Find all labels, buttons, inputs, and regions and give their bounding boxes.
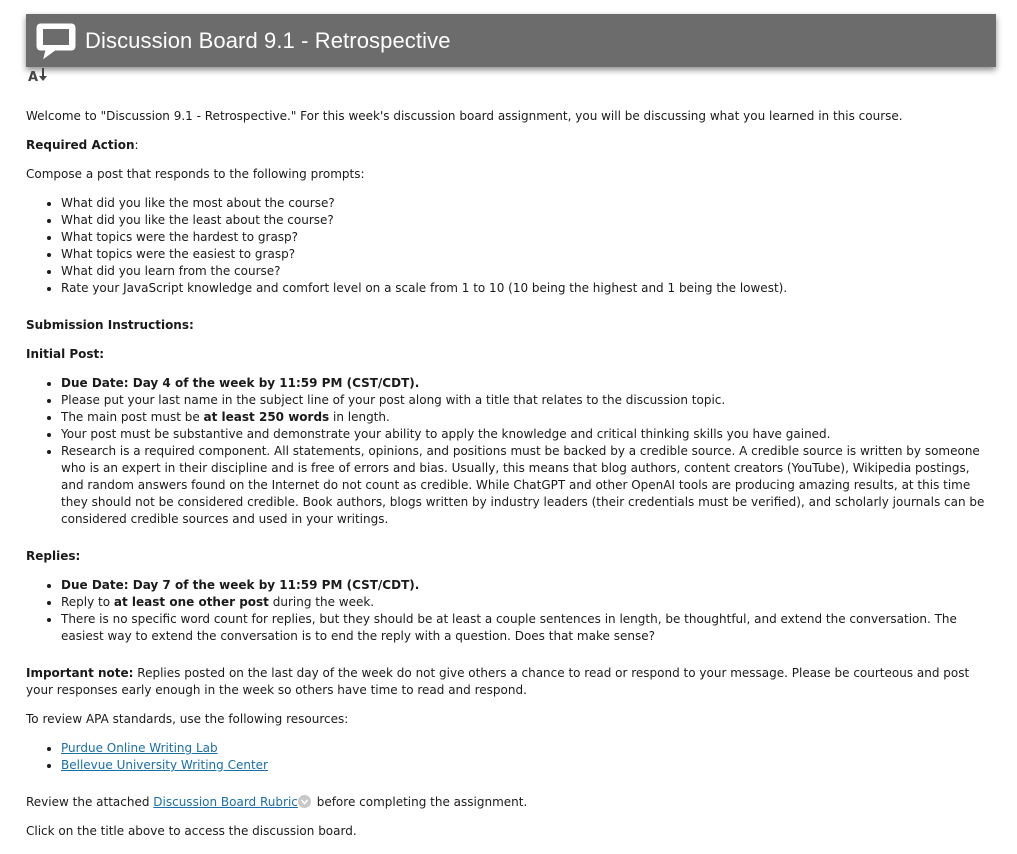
list-item: What did you like the least about the co…: [61, 212, 994, 229]
intro-text: Welcome to "Discussion 9.1 - Retrospecti…: [26, 109, 903, 123]
assignment-content: Welcome to "Discussion 9.1 - Retrospecti…: [26, 108, 994, 840]
submission-heading: Submission Instructions:: [26, 318, 194, 332]
prompt-list: What did you like the most about the cou…: [26, 195, 994, 297]
list-item: Bellevue University Writing Center: [61, 757, 994, 774]
page-header-banner: Discussion Board 9.1 - Retrospective: [26, 14, 996, 67]
svg-text:A: A: [28, 70, 38, 84]
list-item: Due Date: Day 7 of the week by 11:59 PM …: [61, 577, 994, 594]
replies-heading: Replies:: [26, 549, 81, 563]
apa-intro: To review APA standards, use the followi…: [26, 712, 349, 726]
initial-post-heading: Initial Post:: [26, 347, 105, 361]
discussion-bubble-icon: [35, 18, 81, 64]
bellevue-writing-center-link[interactable]: Bellevue University Writing Center: [61, 758, 268, 772]
chevron-down-icon[interactable]: [297, 795, 311, 808]
list-item: Due Date: Day 4 of the week by 11:59 PM …: [61, 375, 994, 392]
page-title[interactable]: Discussion Board 9.1 - Retrospective: [85, 14, 451, 67]
list-item: What topics were the hardest to grasp?: [61, 229, 994, 246]
required-action-instruction: Compose a post that responds to the foll…: [26, 167, 365, 181]
sort-alphabetical-icon[interactable]: A: [28, 66, 52, 85]
list-item: Purdue Online Writing Lab: [61, 740, 994, 757]
important-note: Important note: Replies posted on the la…: [26, 666, 970, 697]
purdue-owl-link[interactable]: Purdue Online Writing Lab: [61, 741, 218, 755]
footer-text: Click on the title above to access the d…: [26, 824, 357, 838]
initial-post-list: Due Date: Day 4 of the week by 11:59 PM …: [26, 375, 994, 528]
list-item: Rate your JavaScript knowledge and comfo…: [61, 280, 994, 297]
list-item: What did you learn from the course?: [61, 263, 994, 280]
list-item: The main post must be at least 250 words…: [61, 409, 994, 426]
required-action-heading: Required Action:: [26, 138, 139, 152]
rubric-text: Review the attached Discussion Board Rub…: [26, 795, 528, 809]
list-item: Reply to at least one other post during …: [61, 594, 994, 611]
list-item: Research is a required component. All st…: [61, 443, 994, 528]
replies-list: Due Date: Day 7 of the week by 11:59 PM …: [26, 577, 994, 645]
list-item: Your post must be substantive and demons…: [61, 426, 994, 443]
list-item: Please put your last name in the subject…: [61, 392, 994, 409]
list-item: What topics were the easiest to grasp?: [61, 246, 994, 263]
list-item: There is no specific word count for repl…: [61, 611, 994, 645]
list-item: What did you like the most about the cou…: [61, 195, 994, 212]
apa-resource-list: Purdue Online Writing Lab Bellevue Unive…: [26, 740, 994, 774]
discussion-rubric-link[interactable]: Discussion Board Rubric: [153, 795, 298, 809]
